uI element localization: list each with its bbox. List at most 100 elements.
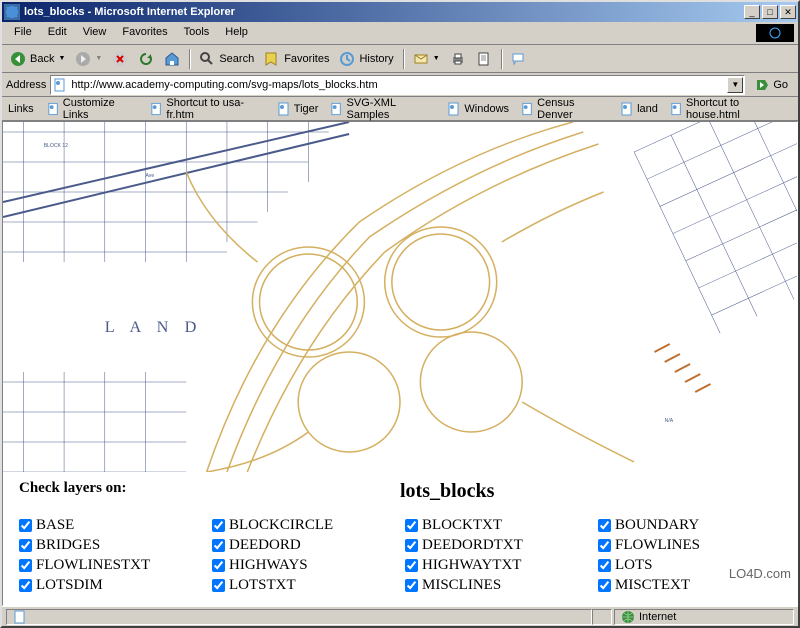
layer-checkbox-item: LOTSTXT xyxy=(212,577,395,594)
svg-text:Ave: Ave xyxy=(146,173,155,179)
menu-help[interactable]: Help xyxy=(217,24,256,42)
layer-checkbox[interactable] xyxy=(212,519,225,532)
layer-checkbox[interactable] xyxy=(19,579,32,592)
layer-label: FLOWLINESTXT xyxy=(36,557,150,574)
discuss-button[interactable] xyxy=(507,49,531,69)
layer-label: LOTSDIM xyxy=(36,577,103,594)
address-input[interactable] xyxy=(50,75,745,95)
forward-button[interactable]: ▼ xyxy=(71,49,106,69)
edit-button[interactable] xyxy=(472,49,496,69)
layer-checkbox-item: HIGHWAYTXT xyxy=(405,557,588,574)
status-zone: Internet xyxy=(614,609,794,625)
layer-checkbox[interactable] xyxy=(405,519,418,532)
page-icon xyxy=(447,102,461,116)
layer-checkbox[interactable] xyxy=(598,519,611,532)
layer-label: HIGHWAYTXT xyxy=(422,557,521,574)
window-controls: _ □ ✕ xyxy=(744,5,796,19)
layer-checkbox[interactable] xyxy=(598,559,611,572)
link-item[interactable]: Customize Links xyxy=(42,95,144,123)
layer-label: BLOCKCIRCLE xyxy=(229,517,333,534)
layer-checkbox[interactable] xyxy=(405,579,418,592)
layer-checkbox[interactable] xyxy=(19,519,32,532)
page-icon xyxy=(150,102,163,116)
svg-text:L A N D: L A N D xyxy=(105,319,203,336)
window-title: lots_blocks - Microsoft Internet Explore… xyxy=(24,6,744,18)
navigation-toolbar: Back ▼ ▼ Search Favorites History xyxy=(2,45,798,73)
print-button[interactable] xyxy=(446,49,470,69)
links-label: Links xyxy=(6,101,40,117)
menu-bar: File Edit View Favorites Tools Help xyxy=(2,22,798,45)
layer-label: LOTSTXT xyxy=(229,577,296,594)
link-item[interactable]: SVG-XML Samples xyxy=(325,95,440,123)
address-dropdown[interactable]: ▼ xyxy=(727,77,743,93)
status-bar: Internet xyxy=(2,606,798,626)
layer-checkbox-item: DEEDORD xyxy=(212,537,395,554)
layer-checkbox[interactable] xyxy=(19,539,32,552)
layer-checkbox[interactable] xyxy=(405,539,418,552)
page-icon xyxy=(330,102,343,116)
layer-checkbox[interactable] xyxy=(598,579,611,592)
back-button[interactable]: Back ▼ xyxy=(6,49,69,69)
svg-map[interactable]: L A N D BLOCK 12 Ave N/A xyxy=(3,122,797,472)
favorites-button[interactable]: Favorites xyxy=(260,49,333,69)
page-title: lots_blocks xyxy=(400,480,781,503)
menu-edit[interactable]: Edit xyxy=(40,24,75,42)
layer-checkbox-item: BASE xyxy=(19,517,202,534)
layer-label: BASE xyxy=(36,517,74,534)
layer-checkbox[interactable] xyxy=(19,559,32,572)
menu-file[interactable]: File xyxy=(6,24,40,42)
menu-view[interactable]: View xyxy=(75,24,115,42)
layer-checkbox-item: BOUNDARY xyxy=(598,517,781,534)
title-bar: lots_blocks - Microsoft Internet Explore… xyxy=(2,2,798,22)
go-button[interactable]: Go xyxy=(749,76,794,94)
ie-logo xyxy=(756,24,794,42)
page-icon xyxy=(620,102,634,116)
address-bar: Address ▼ Go xyxy=(2,73,798,97)
layer-checkbox-item: FLOWLINES xyxy=(598,537,781,554)
history-button[interactable]: History xyxy=(335,49,397,69)
layer-checkbox[interactable] xyxy=(212,539,225,552)
page-icon xyxy=(670,102,683,116)
links-bar: Links Customize LinksShortcut to usa-fr.… xyxy=(2,97,798,121)
maximize-button[interactable]: □ xyxy=(762,5,778,19)
link-item[interactable]: Windows xyxy=(442,95,514,123)
layer-checkbox[interactable] xyxy=(212,559,225,572)
watermark: LO4D.com xyxy=(729,566,791,581)
layer-label: FLOWLINES xyxy=(615,537,700,554)
link-item[interactable]: land xyxy=(615,95,663,123)
layer-checkbox[interactable] xyxy=(405,559,418,572)
layer-label: LOTS xyxy=(615,557,653,574)
link-item[interactable]: Tiger xyxy=(272,95,324,123)
layer-label: BRIDGES xyxy=(36,537,100,554)
layer-checkbox[interactable] xyxy=(598,539,611,552)
link-item[interactable]: Census Denver xyxy=(516,95,613,123)
link-item[interactable]: Shortcut to house.html xyxy=(665,95,794,123)
page-icon xyxy=(521,102,534,116)
layers-panel: Check layers on: lots_blocks BASE BLOCKCI… xyxy=(3,472,797,602)
layer-checkbox-item: HIGHWAYS xyxy=(212,557,395,574)
layer-checkbox-item: DEEDORDTXT xyxy=(405,537,588,554)
check-layers-label: Check layers on: xyxy=(19,480,400,503)
close-button[interactable]: ✕ xyxy=(780,5,796,19)
layer-checkbox-item: LOTSDIM xyxy=(19,577,202,594)
home-button[interactable] xyxy=(160,49,184,69)
menu-favorites[interactable]: Favorites xyxy=(114,24,175,42)
svg-text:N/A: N/A xyxy=(665,418,674,424)
minimize-button[interactable]: _ xyxy=(744,5,760,19)
layer-label: MISCLINES xyxy=(422,577,501,594)
layer-checkbox-item: FLOWLINESTXT xyxy=(19,557,202,574)
menu-tools[interactable]: Tools xyxy=(176,24,218,42)
status-main xyxy=(6,609,592,625)
address-label: Address xyxy=(6,79,46,91)
layer-checkbox-item: MISCLINES xyxy=(405,577,588,594)
search-button[interactable]: Search xyxy=(195,49,258,69)
layer-checkbox[interactable] xyxy=(212,579,225,592)
link-item[interactable]: Shortcut to usa-fr.htm xyxy=(145,95,270,123)
svg-text:BLOCK 12: BLOCK 12 xyxy=(44,143,68,149)
stop-button[interactable] xyxy=(108,49,132,69)
mail-button[interactable]: ▼ xyxy=(409,49,444,69)
content-area: L A N D BLOCK 12 Ave N/A Check layers on… xyxy=(2,121,798,606)
layer-label: BOUNDARY xyxy=(615,517,699,534)
refresh-button[interactable] xyxy=(134,49,158,69)
layer-label: BLOCKTXT xyxy=(422,517,502,534)
